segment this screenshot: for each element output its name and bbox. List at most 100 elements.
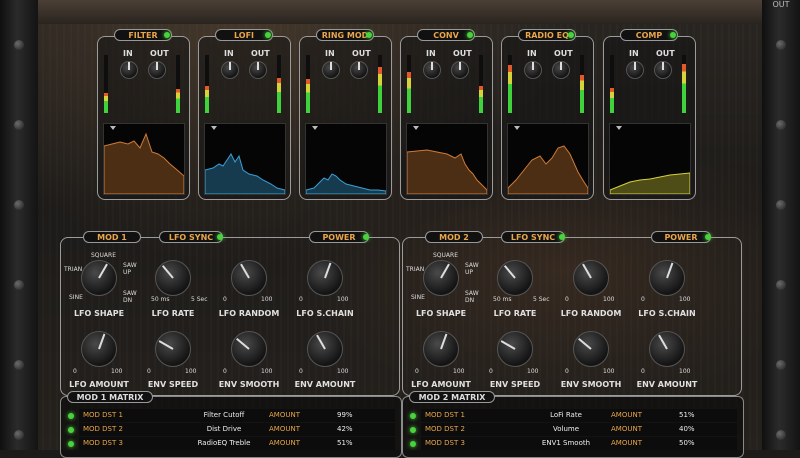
fx-power-led[interactable] — [670, 32, 676, 38]
power-led[interactable] — [705, 234, 711, 240]
env-amount-knob[interactable] — [649, 331, 685, 367]
fx-out-meter — [580, 55, 584, 113]
matrix-target[interactable]: ENV1 Smooth — [521, 437, 611, 450]
matrix-row-led[interactable] — [68, 413, 74, 419]
matrix-amount-value[interactable]: 42% — [337, 423, 353, 436]
env-smooth-knob[interactable] — [231, 331, 267, 367]
scale-min: 0 — [415, 368, 419, 375]
fx-in-label: IN — [325, 49, 335, 58]
fx-display-conv — [406, 123, 488, 195]
lfo-schain-knob[interactable] — [307, 260, 343, 296]
matrix-target[interactable]: RadioEQ Treble — [179, 437, 269, 450]
display-menu-icon — [211, 126, 217, 130]
scale-max: 100 — [679, 296, 691, 303]
fx-power-led[interactable] — [467, 32, 473, 38]
fx-power-led[interactable] — [265, 32, 271, 38]
matrix-row[interactable]: MOD DST 3 ENV1 Smooth AMOUNT 50% — [421, 437, 737, 450]
rate-max: 5 Sec — [191, 296, 208, 303]
matrix-row[interactable]: MOD DST 3 RadioEQ Treble AMOUNT 51% — [79, 437, 395, 450]
fx-in-knob[interactable] — [221, 61, 239, 79]
fx-power-led[interactable] — [164, 32, 170, 38]
shape-square: SQUARE — [433, 252, 458, 259]
fx-in-knob[interactable] — [626, 61, 644, 79]
fx-out-knob[interactable] — [552, 61, 570, 79]
env-speed-label: ENV SPEED — [147, 380, 199, 389]
power-led[interactable] — [363, 234, 369, 240]
matrix-row[interactable]: MOD DST 1 Filter Cutoff AMOUNT 99% — [79, 409, 395, 422]
mod-title: MOD 2 — [425, 231, 483, 243]
lfo-amount-knob[interactable] — [423, 331, 459, 367]
fx-module-comp: COMP IN OUT — [603, 29, 696, 200]
fx-out-knob[interactable] — [350, 61, 368, 79]
env-smooth-knob[interactable] — [573, 331, 609, 367]
matrix-amount-value[interactable]: 99% — [337, 409, 353, 422]
matrix-target[interactable]: Volume — [521, 423, 611, 436]
lfo-shape-label: LFO SHAPE — [415, 309, 467, 318]
fx-curve — [306, 173, 386, 194]
matrix-row[interactable]: MOD DST 1 LoFi Rate AMOUNT 51% — [421, 409, 737, 422]
lfo-random-knob[interactable] — [231, 260, 267, 296]
scale-max: 100 — [603, 368, 615, 375]
lfo-rate-knob[interactable] — [155, 260, 191, 296]
fx-power-led[interactable] — [568, 32, 574, 38]
lfo-random-knob[interactable] — [573, 260, 609, 296]
shape-saw-up: SAW UP — [123, 262, 137, 276]
lfo-sync-led[interactable] — [559, 234, 565, 240]
scale-max: 100 — [337, 368, 349, 375]
lfo-schain-label: LFO S.CHAIN — [638, 309, 696, 318]
matrix-row-led[interactable] — [410, 427, 416, 433]
fx-display-ring-mod — [305, 123, 387, 195]
lfo-sync-label: LFO SYNC — [159, 231, 223, 243]
env-smooth-label: ENV SMOOTH — [218, 380, 280, 389]
lfo-amount-label: LFO AMOUNT — [69, 380, 129, 389]
env-smooth-label: ENV SMOOTH — [560, 380, 622, 389]
fx-module-conv: CONV IN OUT — [400, 29, 493, 200]
fx-in-knob[interactable] — [322, 61, 340, 79]
matrix-row-led[interactable] — [410, 413, 416, 419]
matrix-amount-value[interactable]: 40% — [679, 423, 695, 436]
matrix-target[interactable]: Filter Cutoff — [179, 409, 269, 422]
fx-out-knob[interactable] — [654, 61, 672, 79]
lfo-sync-led[interactable] — [217, 234, 223, 240]
matrix-target[interactable]: LoFi Rate — [521, 409, 611, 422]
screw-icon — [14, 430, 24, 440]
matrix-amount-value[interactable]: 51% — [337, 437, 353, 450]
matrix-row-led[interactable] — [68, 427, 74, 433]
matrix-amount-value[interactable]: 50% — [679, 437, 695, 450]
env-speed-knob[interactable] — [155, 331, 191, 367]
scale-max: 100 — [453, 368, 465, 375]
fx-power-led[interactable] — [366, 32, 372, 38]
lfo-amount-knob[interactable] — [81, 331, 117, 367]
scale-min: 0 — [73, 368, 77, 375]
matrix-amount-value[interactable]: 51% — [679, 409, 695, 422]
lfo-shape-knob[interactable] — [81, 260, 117, 296]
scale-min: 0 — [565, 368, 569, 375]
fx-in-knob[interactable] — [423, 61, 441, 79]
scale-max: 100 — [603, 296, 615, 303]
fx-curve — [508, 145, 588, 194]
lfo-schain-knob[interactable] — [649, 260, 685, 296]
fx-in-knob[interactable] — [120, 61, 138, 79]
matrix-row[interactable]: MOD DST 2 Volume AMOUNT 40% — [421, 423, 737, 436]
env-amount-knob[interactable] — [307, 331, 343, 367]
fx-in-meter — [407, 55, 411, 113]
screw-icon — [14, 120, 24, 130]
scale-min: 0 — [489, 368, 493, 375]
scale-min: 0 — [223, 368, 227, 375]
scale-max: 100 — [261, 368, 273, 375]
fx-out-knob[interactable] — [249, 61, 267, 79]
matrix-row-led[interactable] — [410, 441, 416, 447]
env-speed-label: ENV SPEED — [489, 380, 541, 389]
matrix-row[interactable]: MOD DST 2 Dist Drive AMOUNT 42% — [79, 423, 395, 436]
fx-out-meter — [176, 55, 180, 113]
fx-in-knob[interactable] — [524, 61, 542, 79]
env-speed-knob[interactable] — [497, 331, 533, 367]
fx-out-knob[interactable] — [148, 61, 166, 79]
matrix-row-led[interactable] — [68, 441, 74, 447]
lfo-shape-knob[interactable] — [423, 260, 459, 296]
fx-out-knob[interactable] — [451, 61, 469, 79]
matrix-target[interactable]: Dist Drive — [179, 423, 269, 436]
scale-min: 0 — [641, 296, 645, 303]
mod-matrix-mod1: MOD 1 MATRIX MOD DST 1 Filter Cutoff AMO… — [60, 391, 402, 458]
lfo-rate-knob[interactable] — [497, 260, 533, 296]
